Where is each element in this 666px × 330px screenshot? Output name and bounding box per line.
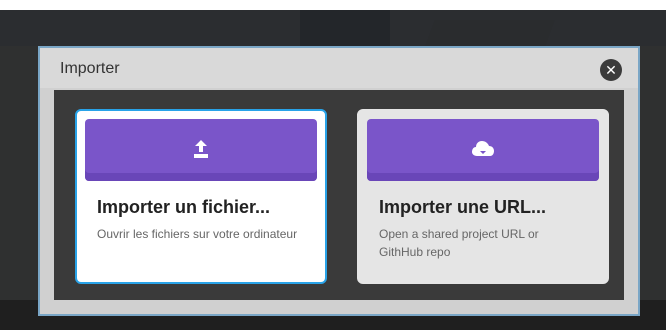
close-button[interactable]: ✕ [600, 59, 622, 81]
cloud-download-icon [470, 137, 496, 166]
import-file-card[interactable]: Importer un fichier... Ouvrir les fichie… [75, 109, 327, 284]
dialog-header: Importer ✕ [40, 48, 638, 88]
card-title: Importer un fichier... [97, 197, 271, 217]
card-header [85, 119, 317, 181]
toolbar-shape [425, 20, 555, 46]
dialog-title: Importer [60, 60, 120, 77]
card-header [367, 119, 599, 181]
dialog-body: Importer un fichier... Ouvrir les fichie… [54, 90, 624, 300]
upload-icon [189, 137, 213, 166]
close-icon: ✕ [605, 62, 617, 78]
import-url-card[interactable]: Importer une URL... Open a shared projec… [357, 109, 609, 284]
toolbar-shape [300, 10, 390, 46]
import-dialog: Importer ✕ Importer un fichier... Ouvrir… [38, 46, 640, 316]
card-description: Ouvrir les fichiers sur votre ordinateur [97, 227, 298, 241]
card-description: Open a shared project URL or GithHub rep… [379, 227, 539, 259]
card-title: Importer une URL... [379, 197, 547, 217]
top-band [0, 0, 666, 10]
